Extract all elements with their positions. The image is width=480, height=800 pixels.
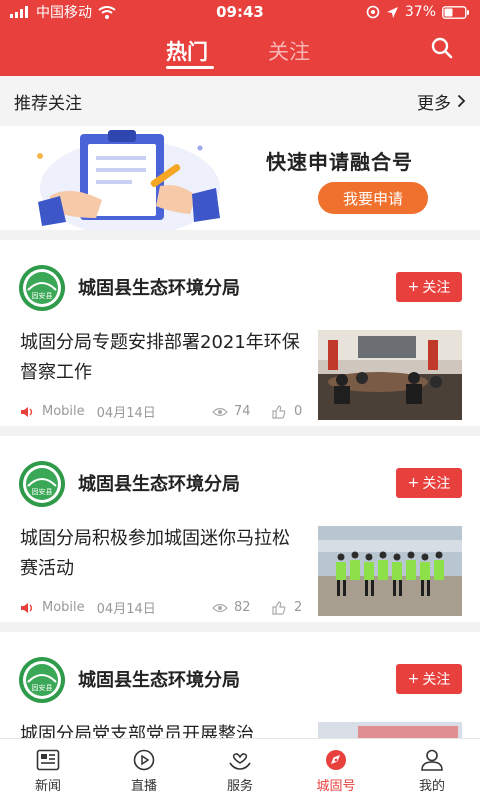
agency-logo-icon: 固安县 xyxy=(19,657,65,703)
speaker-icon xyxy=(21,406,33,417)
publisher: Mobile xyxy=(42,600,85,615)
tab-hot[interactable]: 热门 xyxy=(166,36,208,66)
nav-label: 新闻 xyxy=(34,779,61,794)
nav-news[interactable]: 新闻 xyxy=(0,739,96,800)
follow-button[interactable]: + 关注 xyxy=(396,468,462,498)
service-icon xyxy=(229,753,251,770)
logo-text: 固安县 xyxy=(32,683,53,692)
thumbs-up-icon[interactable] xyxy=(272,404,286,419)
bottom-nav: 新闻 直播 服务 城固号 我的 xyxy=(0,738,480,800)
view-count: 82 xyxy=(234,600,251,615)
article-card[interactable]: 固安县 城固县生态环境分局 + 关注 城固分局党支部党员开展整治 xyxy=(0,632,480,738)
follow-button[interactable]: + 关注 xyxy=(396,272,462,302)
article-thumbnail[interactable] xyxy=(318,722,462,738)
battery-icon xyxy=(442,5,469,19)
recommend-bar: 推荐关注 更多 xyxy=(0,76,480,126)
more-label: 更多 xyxy=(417,93,451,114)
section-divider xyxy=(0,230,480,240)
agency-logo-icon: 固安县 xyxy=(19,461,65,507)
clipboard-illustration xyxy=(37,130,220,230)
apply-banner[interactable]: 快速申请融合号 我要申请 xyxy=(0,126,480,230)
article-meta: Mobile 04月14日 74 0 xyxy=(20,402,308,421)
like-count: 2 xyxy=(294,600,303,615)
publish-date: 04月14日 xyxy=(96,406,156,421)
status-bar: 中国移动 09:43 37% xyxy=(0,0,480,24)
nav-label: 直播 xyxy=(130,779,157,794)
article-headline[interactable]: 城固分局专题安排部署2021年环保督察工作 xyxy=(20,328,306,388)
live-play-icon xyxy=(133,749,155,771)
eye-icon xyxy=(212,407,228,416)
article-thumbnail[interactable] xyxy=(318,330,462,420)
nav-chenggu[interactable]: 城固号 xyxy=(288,739,384,800)
like-count: 0 xyxy=(294,404,303,419)
chevron-right-icon xyxy=(457,94,466,108)
publish-date: 04月14日 xyxy=(96,602,156,617)
active-tab-indicator xyxy=(166,66,214,69)
agency-logo-icon: 固安县 xyxy=(19,265,65,311)
tab-following[interactable]: 关注 xyxy=(268,36,310,66)
clock: 09:43 xyxy=(216,3,264,21)
follow-label: 关注 xyxy=(422,280,451,296)
follow-button[interactable]: + 关注 xyxy=(396,664,462,694)
card-divider xyxy=(0,426,480,436)
article-thumbnail[interactable] xyxy=(318,526,462,616)
logo-text: 固安县 xyxy=(32,291,53,300)
publisher: Mobile xyxy=(42,404,85,419)
card-divider xyxy=(0,622,480,632)
orientation-lock-icon xyxy=(366,5,380,19)
nav-label: 城固号 xyxy=(316,779,356,794)
news-icon xyxy=(36,749,60,771)
compass-icon xyxy=(326,750,346,770)
article-card[interactable]: 固安县 城固县生态环境分局 + 关注 城固分局积极参加城固迷你马拉松赛活动 Mo… xyxy=(0,436,480,622)
carrier-label: 中国移动 xyxy=(36,5,92,21)
plus-icon: + xyxy=(407,279,420,295)
plus-icon: + xyxy=(407,671,420,687)
article-meta: Mobile 04月14日 82 2 xyxy=(20,598,308,617)
nav-label: 服务 xyxy=(226,779,253,794)
top-header: 中国移动 09:43 37% 热门 关注 xyxy=(0,0,480,76)
signal-icon xyxy=(10,6,28,18)
speaker-icon xyxy=(21,602,33,613)
banner-title: 快速申请融合号 xyxy=(266,150,413,174)
article-headline[interactable]: 城固分局党支部党员开展整治 xyxy=(20,720,306,738)
location-arrow-icon xyxy=(386,6,398,18)
plus-icon: + xyxy=(407,475,420,491)
article-headline[interactable]: 城固分局积极参加城固迷你马拉松赛活动 xyxy=(20,524,306,584)
source-name[interactable]: 城固县生态环境分局 xyxy=(78,470,240,496)
battery-percent: 37% xyxy=(404,4,436,20)
source-name[interactable]: 城固县生态环境分局 xyxy=(78,666,240,692)
nav-label: 我的 xyxy=(418,779,445,794)
eye-icon xyxy=(212,603,228,612)
recommend-title: 推荐关注 xyxy=(14,93,82,114)
wifi-icon xyxy=(98,5,116,19)
profile-icon xyxy=(421,749,443,771)
more-link[interactable]: 更多 xyxy=(417,89,466,114)
thumbs-up-icon[interactable] xyxy=(272,600,286,615)
logo-text: 固安县 xyxy=(32,487,53,496)
view-count: 74 xyxy=(234,404,251,419)
nav-live[interactable]: 直播 xyxy=(96,739,192,800)
follow-label: 关注 xyxy=(422,672,451,688)
nav-service[interactable]: 服务 xyxy=(192,739,288,800)
apply-button[interactable]: 我要申请 xyxy=(318,182,428,214)
article-card[interactable]: 固安县 城固县生态环境分局 + 关注 城固分局专题安排部署2021年环保督察工作… xyxy=(0,240,480,426)
source-name[interactable]: 城固县生态环境分局 xyxy=(78,274,240,300)
nav-mine[interactable]: 我的 xyxy=(384,739,480,800)
search-icon[interactable] xyxy=(430,36,454,60)
follow-label: 关注 xyxy=(422,476,451,492)
